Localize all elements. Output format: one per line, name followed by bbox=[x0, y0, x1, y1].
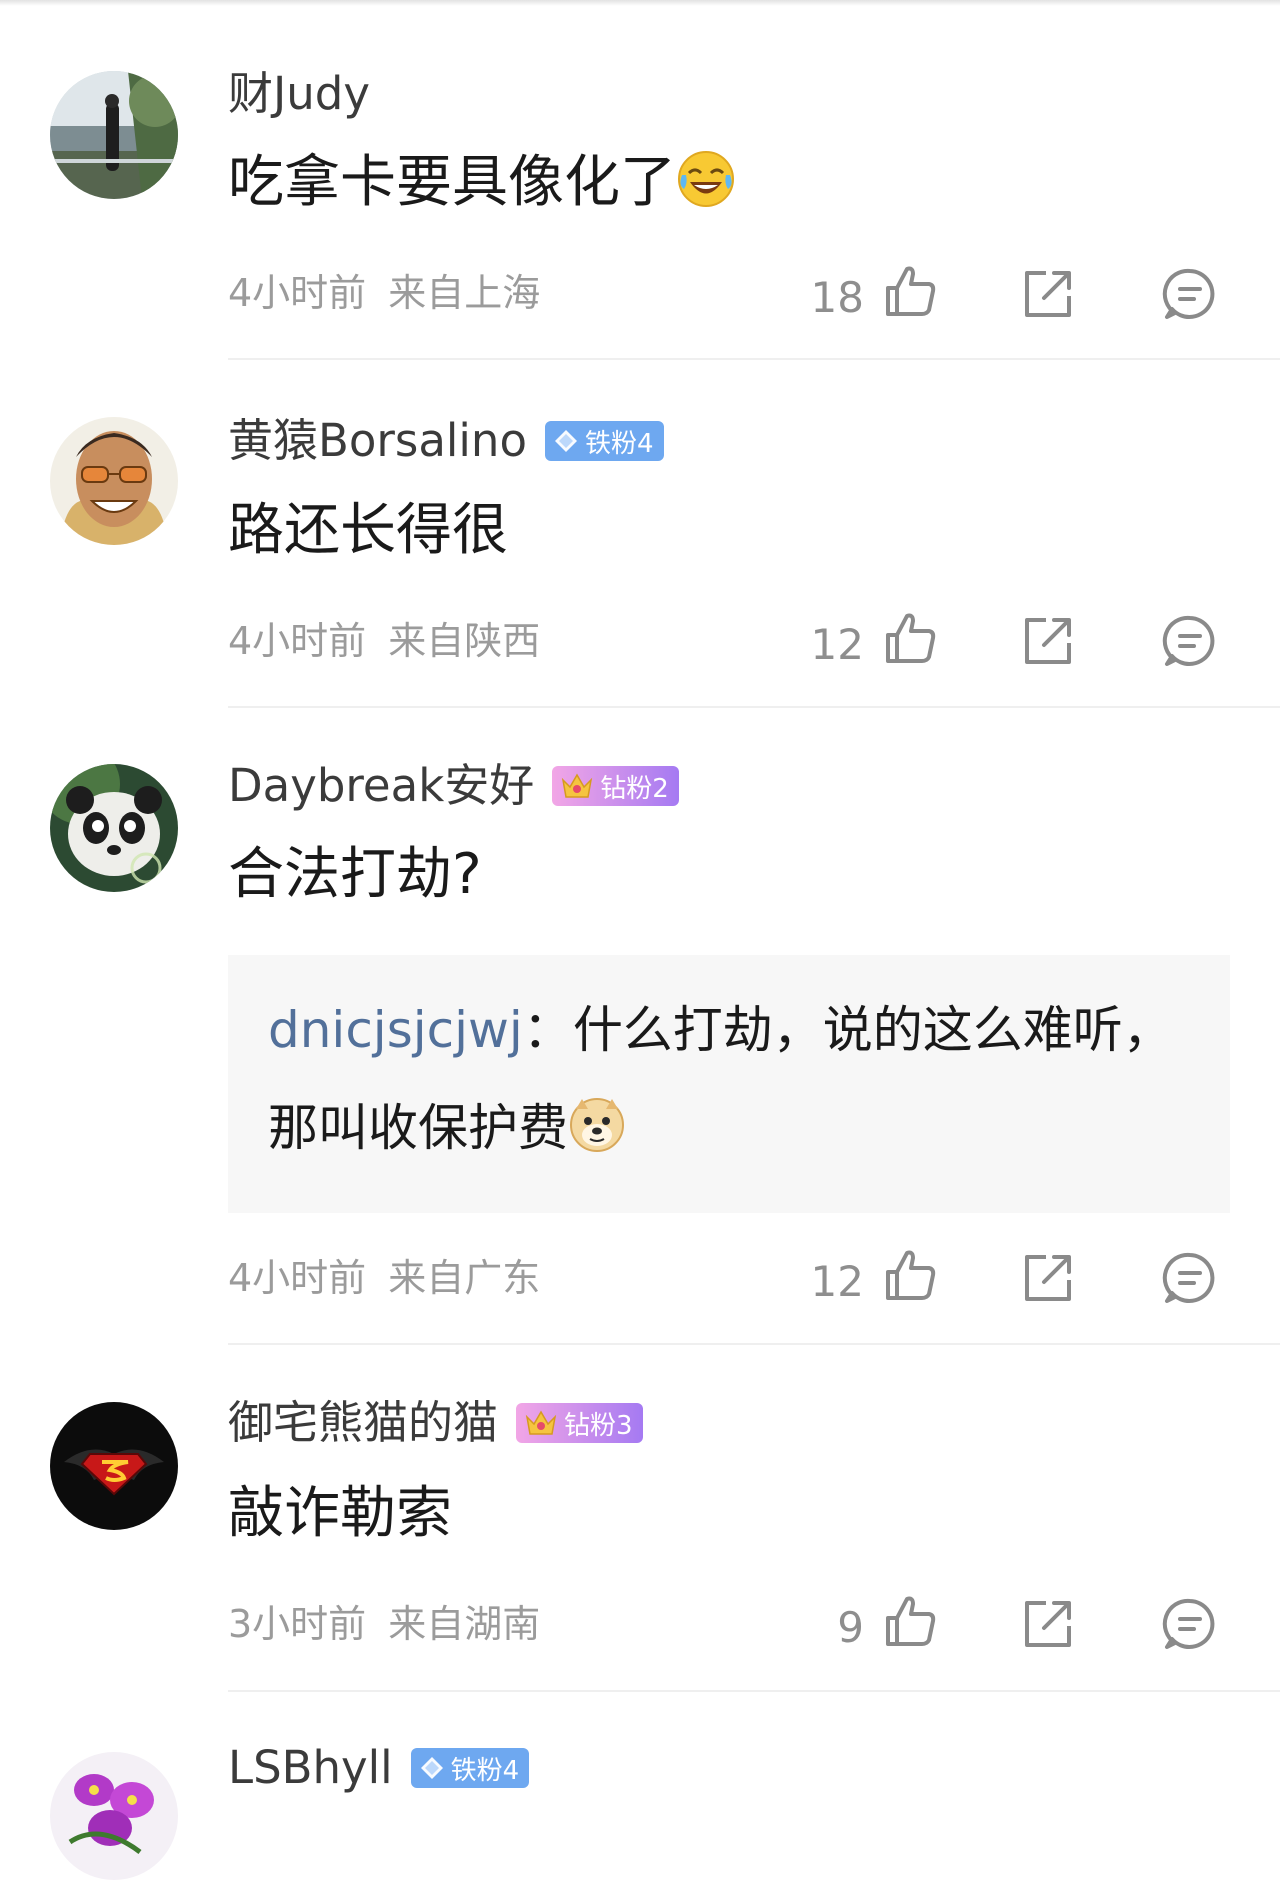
badge-label: 铁粉4 bbox=[584, 428, 654, 459]
comment-time: 4小时前 bbox=[228, 619, 367, 663]
crown-icon bbox=[560, 771, 594, 801]
like-count: 12 bbox=[810, 620, 864, 669]
avatar[interactable] bbox=[50, 764, 178, 892]
thumbs-up-icon bbox=[886, 613, 936, 663]
avatar[interactable] bbox=[50, 1402, 178, 1530]
thumbs-up-icon bbox=[886, 1596, 936, 1646]
like-button[interactable] bbox=[882, 264, 938, 320]
share-icon bbox=[1025, 271, 1071, 317]
comment-icon bbox=[1162, 1598, 1215, 1649]
username-row: 御宅熊猫的猫 钻粉3 bbox=[228, 1395, 643, 1451]
divider bbox=[228, 1690, 1280, 1692]
thumbs-up-icon bbox=[886, 1250, 936, 1300]
username-row: 财Judy bbox=[228, 66, 370, 122]
diamond-icon bbox=[419, 1755, 445, 1781]
comment-meta: 3小时前 来自湖南 bbox=[228, 1599, 540, 1649]
comment-text: 合法打劫? bbox=[228, 842, 482, 907]
top-shadow bbox=[0, 0, 1280, 6]
comment-meta: 4小时前 来自广东 bbox=[228, 1253, 540, 1303]
reply-username[interactable]: dnicjsjcjwj bbox=[268, 1001, 523, 1059]
fan-badge[interactable]: 铁粉4 bbox=[410, 1748, 530, 1788]
badge-label: 钻粉2 bbox=[600, 773, 669, 804]
share-button[interactable] bbox=[1020, 1596, 1076, 1652]
divider bbox=[228, 1343, 1280, 1345]
reply-button[interactable] bbox=[1162, 613, 1218, 669]
reply-button[interactable] bbox=[1162, 266, 1218, 322]
reply-button[interactable] bbox=[1162, 1596, 1218, 1652]
comment-location: 来自上海 bbox=[388, 271, 541, 315]
comment-text: 吃拿卡要具像化了 bbox=[228, 148, 736, 226]
comment-meta: 4小时前 来自上海 bbox=[228, 268, 540, 318]
username-row: 黄猿Borsalino 铁粉4 bbox=[228, 413, 664, 469]
comment-location: 来自陕西 bbox=[388, 619, 541, 663]
fan-badge[interactable]: 铁粉4 bbox=[544, 421, 664, 461]
badge-label: 铁粉4 bbox=[450, 1755, 520, 1786]
comment-meta: 4小时前 来自陕西 bbox=[228, 616, 540, 666]
comment-icon bbox=[1162, 268, 1215, 319]
like-button[interactable] bbox=[882, 1248, 938, 1304]
divider bbox=[228, 706, 1280, 708]
username[interactable]: LSBhyll bbox=[228, 1740, 393, 1796]
avatar[interactable] bbox=[50, 417, 178, 545]
reply-text: dnicjsjcjwj：什么打劫，说的这么难听，那叫收保护费 bbox=[268, 981, 1190, 1185]
avatar[interactable] bbox=[50, 1752, 178, 1880]
username[interactable]: 财Judy bbox=[228, 66, 370, 122]
like-count: 18 bbox=[810, 273, 864, 322]
username[interactable]: 黄猿Borsalino bbox=[228, 413, 527, 469]
username[interactable]: Daybreak安好 bbox=[228, 758, 534, 814]
reply-preview[interactable]: dnicjsjcjwj：什么打劫，说的这么难听，那叫收保护费 bbox=[228, 955, 1230, 1213]
diamond-icon bbox=[553, 428, 579, 454]
like-count: 9 bbox=[837, 1603, 864, 1652]
thumbs-up-icon bbox=[886, 266, 936, 316]
crown-icon bbox=[524, 1408, 558, 1438]
comment-time: 4小时前 bbox=[228, 1256, 367, 1300]
comment-icon bbox=[1162, 615, 1215, 666]
comment-text: 敲诈勒索 bbox=[228, 1481, 452, 1546]
comment-time: 4小时前 bbox=[228, 271, 367, 315]
username-row: LSBhyll 铁粉4 bbox=[228, 1740, 530, 1796]
reply-button[interactable] bbox=[1162, 1250, 1218, 1306]
laugh-cry-emoji bbox=[676, 149, 736, 226]
badge-label: 钻粉3 bbox=[564, 1410, 633, 1441]
share-button[interactable] bbox=[1020, 266, 1076, 322]
comment-text: 路还长得很 bbox=[228, 498, 508, 563]
like-button[interactable] bbox=[882, 611, 938, 667]
share-icon bbox=[1025, 1601, 1071, 1647]
username-row: Daybreak安好 钻粉2 bbox=[228, 758, 679, 814]
divider bbox=[228, 358, 1280, 360]
fan-badge[interactable]: 钻粉3 bbox=[516, 1403, 643, 1443]
share-button[interactable] bbox=[1020, 613, 1076, 669]
avatar[interactable] bbox=[50, 71, 178, 199]
fan-badge[interactable]: 钻粉2 bbox=[552, 766, 679, 806]
comment-location: 来自湖南 bbox=[388, 1602, 541, 1646]
share-button[interactable] bbox=[1020, 1250, 1076, 1306]
share-icon bbox=[1025, 618, 1071, 664]
like-count: 12 bbox=[810, 1257, 864, 1306]
doge-emoji bbox=[568, 1087, 626, 1185]
comment-time: 3小时前 bbox=[228, 1602, 367, 1646]
comment-location: 来自广东 bbox=[388, 1256, 541, 1300]
share-icon bbox=[1025, 1255, 1071, 1301]
username[interactable]: 御宅熊猫的猫 bbox=[228, 1395, 498, 1451]
like-button[interactable] bbox=[882, 1594, 938, 1650]
comment-icon bbox=[1162, 1252, 1215, 1303]
